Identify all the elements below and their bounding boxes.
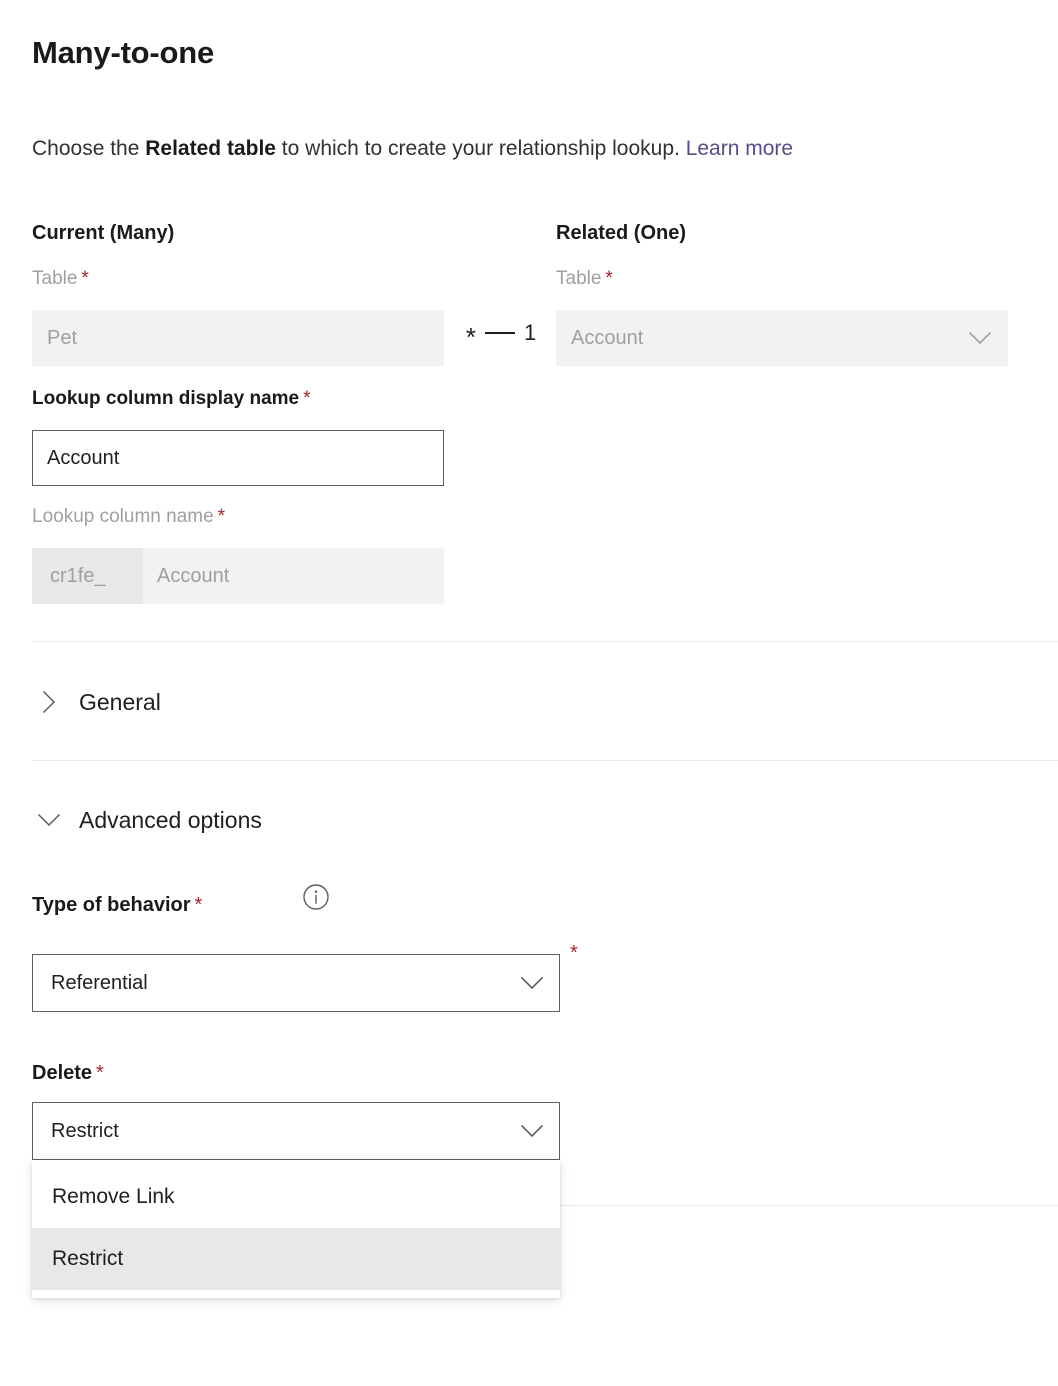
lookup-column-name-value: Account <box>157 564 230 587</box>
delete-label-text: Delete <box>32 1062 93 1084</box>
section-label-advanced-options: Advanced options <box>79 806 262 833</box>
page-title: Many-to-one <box>32 35 215 70</box>
type-of-behavior-label: Type of behavior * <box>32 894 202 917</box>
description-text-after: to which to create your relationship loo… <box>275 137 686 160</box>
lookup-column-name-field: cr1fe_ Account <box>32 548 444 604</box>
current-table-value: Pet <box>47 326 78 349</box>
current-table-field: Pet <box>32 310 444 366</box>
section-header-general[interactable]: General <box>32 680 161 724</box>
lookup-display-name-required-asterisk: * <box>303 388 311 409</box>
divider-above-advanced <box>32 760 1058 761</box>
many-to-one-relationship-panel: Many-to-one Choose the Related table to … <box>0 0 1058 1386</box>
related-table-value: Account <box>571 326 644 349</box>
related-table-label: Table * <box>556 268 613 291</box>
lookup-column-name-prefix-value: cr1fe_ <box>50 564 106 587</box>
delete-option-label: Remove Link <box>52 1185 175 1208</box>
related-table-dropdown[interactable]: Account <box>556 310 1008 366</box>
current-table-label: Table * <box>32 268 89 291</box>
type-of-behavior-dropdown[interactable]: Referential <box>32 954 560 1012</box>
current-table-label-text: Table <box>32 268 78 289</box>
type-of-behavior-required-asterisk: * <box>194 894 203 916</box>
current-table-required-asterisk: * <box>81 268 89 289</box>
divider-above-general <box>32 641 1058 642</box>
cardinality-connector-line <box>484 332 515 334</box>
delete-option-label: Restrict <box>52 1247 124 1270</box>
lookup-display-name-label: Lookup column display name * <box>32 388 311 411</box>
lookup-column-name-label: Lookup column name * <box>32 506 225 529</box>
delete-option-restrict[interactable]: Restrict <box>32 1228 560 1290</box>
lookup-display-name-input[interactable]: Account <box>32 430 444 486</box>
cardinality-one-symbol: 1 <box>523 320 537 345</box>
info-icon[interactable] <box>302 883 330 911</box>
lookup-column-name-prefix: cr1fe_ <box>32 548 143 604</box>
delete-label: Delete * <box>32 1062 104 1085</box>
delete-dropdown[interactable]: Restrict <box>32 1102 560 1160</box>
type-of-behavior-label-text: Type of behavior <box>32 894 191 916</box>
lookup-display-name-label-text: Lookup column display name <box>32 388 300 409</box>
chevron-down-icon <box>515 955 549 1011</box>
chevron-down-icon <box>515 1103 549 1159</box>
delete-value: Restrict <box>51 1119 119 1142</box>
chevron-down-icon <box>32 813 66 828</box>
chevron-down-icon <box>963 310 997 366</box>
page-description: Choose the Related table to which to cre… <box>32 134 793 163</box>
current-many-header: Current (Many) <box>32 222 175 244</box>
related-table-label-text: Table <box>556 268 602 289</box>
lookup-column-name-label-text: Lookup column name <box>32 506 214 527</box>
cardinality-indicator: * 1 <box>452 309 550 357</box>
lookup-column-name-required-asterisk: * <box>217 506 226 527</box>
description-emphasis: Related table <box>145 137 276 160</box>
delete-option-remove-link[interactable]: Remove Link <box>32 1166 560 1228</box>
section-label-general: General <box>79 688 161 715</box>
type-of-behavior-trailing-asterisk: * <box>570 942 578 964</box>
cardinality-many-symbol: * <box>465 322 476 352</box>
related-one-header: Related (One) <box>556 222 687 244</box>
delete-dropdown-options-list: Remove Link Restrict <box>32 1160 560 1298</box>
section-header-advanced-options[interactable]: Advanced options <box>32 798 262 842</box>
lookup-display-name-value: Account <box>47 446 120 469</box>
chevron-right-icon <box>32 690 66 714</box>
lookup-column-name-input[interactable]: Account <box>143 548 444 604</box>
type-of-behavior-value: Referential <box>51 971 148 994</box>
learn-more-link[interactable]: Learn more <box>686 137 793 160</box>
related-table-required-asterisk: * <box>605 268 613 289</box>
delete-required-asterisk: * <box>96 1062 104 1084</box>
description-text-before: Choose the <box>32 137 146 160</box>
